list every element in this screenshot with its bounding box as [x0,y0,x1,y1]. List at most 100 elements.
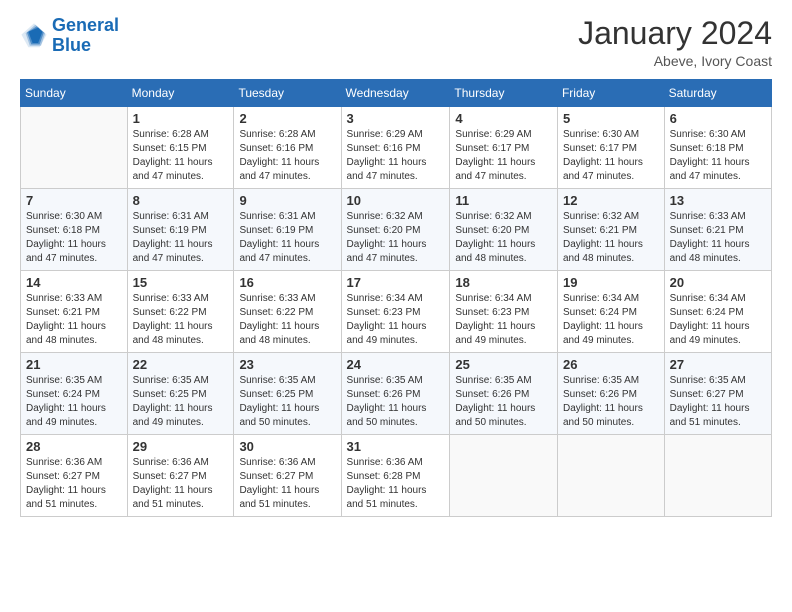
logo-line1: General [52,15,119,35]
day-info: Sunrise: 6:33 AMSunset: 6:21 PMDaylight:… [26,292,122,348]
day-header-thursday: Thursday [450,80,558,107]
day-info: Sunrise: 6:35 AMSunset: 6:27 PMDaylight:… [670,374,766,430]
day-number: 29 [133,439,229,454]
day-info: Sunrise: 6:34 AMSunset: 6:24 PMDaylight:… [670,292,766,348]
calendar-cell: 26Sunrise: 6:35 AMSunset: 6:26 PMDayligh… [557,353,664,435]
day-info: Sunrise: 6:34 AMSunset: 6:23 PMDaylight:… [455,292,552,348]
logo: General Blue [20,16,119,56]
calendar-cell [664,435,771,517]
day-number: 4 [455,111,552,126]
day-info: Sunrise: 6:32 AMSunset: 6:20 PMDaylight:… [347,210,445,266]
day-info: Sunrise: 6:31 AMSunset: 6:19 PMDaylight:… [133,210,229,266]
day-header-wednesday: Wednesday [341,80,450,107]
calendar-cell: 4 Sunrise: 6:29 AMSunset: 6:17 PMDaylight… [450,107,558,189]
calendar-cell [557,435,664,517]
day-number: 10 [347,193,445,208]
calendar-cell: 24Sunrise: 6:35 AMSunset: 6:26 PMDayligh… [341,353,450,435]
day-info: Sunrise: 6:35 AMSunset: 6:26 PMDaylight:… [347,374,445,430]
calendar-cell: 7 Sunrise: 6:30 AMSunset: 6:18 PMDaylight… [21,189,128,271]
calendar-table: SundayMondayTuesdayWednesdayThursdayFrid… [20,79,772,517]
day-info: Sunrise: 6:36 AMSunset: 6:27 PMDaylight:… [26,456,122,512]
day-number: 5 [563,111,659,126]
day-info: Sunrise: 6:32 AMSunset: 6:20 PMDaylight:… [455,210,552,266]
location-subtitle: Abeve, Ivory Coast [578,53,772,69]
day-number: 23 [239,357,335,372]
day-number: 21 [26,357,122,372]
day-number: 18 [455,275,552,290]
day-number: 26 [563,357,659,372]
day-header-saturday: Saturday [664,80,771,107]
calendar-week-row: 21 Sunrise: 6:35 AMSunset: 6:24 PMDayligh… [21,353,772,435]
day-info: Sunrise: 6:33 AMSunset: 6:21 PMDaylight:… [670,210,766,266]
day-info: Sunrise: 6:34 AMSunset: 6:24 PMDaylight:… [563,292,659,348]
calendar-week-row: 28 Sunrise: 6:36 AMSunset: 6:27 PMDayligh… [21,435,772,517]
calendar-cell: 29 Sunrise: 6:36 AMSunset: 6:27 PMDayligh… [127,435,234,517]
calendar-cell: 1 Sunrise: 6:28 AMSunset: 6:15 PMDaylight… [127,107,234,189]
day-info: Sunrise: 6:28 AMSunset: 6:15 PMDaylight:… [133,128,229,184]
calendar-week-row: 14Sunrise: 6:33 AMSunset: 6:21 PMDayligh… [21,271,772,353]
calendar-cell: 11 Sunrise: 6:32 AMSunset: 6:20 PMDayligh… [450,189,558,271]
month-title: January 2024 [578,16,772,51]
day-info: Sunrise: 6:35 AMSunset: 6:25 PMDaylight:… [133,374,229,430]
calendar-cell: 20 Sunrise: 6:34 AMSunset: 6:24 PMDayligh… [664,271,771,353]
day-number: 17 [347,275,445,290]
day-info: Sunrise: 6:33 AMSunset: 6:22 PMDaylight:… [239,292,335,348]
logo-text: General Blue [52,16,119,56]
day-number: 22 [133,357,229,372]
day-header-monday: Monday [127,80,234,107]
day-header-sunday: Sunday [21,80,128,107]
calendar-cell: 10 Sunrise: 6:32 AMSunset: 6:20 PMDayligh… [341,189,450,271]
calendar-cell: 13 Sunrise: 6:33 AMSunset: 6:21 PMDayligh… [664,189,771,271]
calendar-cell: 9Sunrise: 6:31 AMSunset: 6:19 PMDaylight… [234,189,341,271]
calendar-cell: 12 Sunrise: 6:32 AMSunset: 6:21 PMDayligh… [557,189,664,271]
day-info: Sunrise: 6:36 AMSunset: 6:27 PMDaylight:… [133,456,229,512]
page: General Blue January 2024 Abeve, Ivory C… [0,0,792,612]
day-info: Sunrise: 6:30 AMSunset: 6:17 PMDaylight:… [563,128,659,184]
calendar-cell: 6Sunrise: 6:30 AMSunset: 6:18 PMDaylight… [664,107,771,189]
day-number: 13 [670,193,766,208]
calendar-cell: 17 Sunrise: 6:34 AMSunset: 6:23 PMDayligh… [341,271,450,353]
day-number: 3 [347,111,445,126]
calendar-cell: 27 Sunrise: 6:35 AMSunset: 6:27 PMDayligh… [664,353,771,435]
day-number: 19 [563,275,659,290]
day-number: 25 [455,357,552,372]
day-number: 16 [239,275,335,290]
day-number: 9 [239,193,335,208]
calendar-cell: 28 Sunrise: 6:36 AMSunset: 6:27 PMDayligh… [21,435,128,517]
logo-icon [20,22,48,50]
day-info: Sunrise: 6:30 AMSunset: 6:18 PMDaylight:… [670,128,766,184]
calendar-cell: 18 Sunrise: 6:34 AMSunset: 6:23 PMDayligh… [450,271,558,353]
day-number: 7 [26,193,122,208]
day-number: 28 [26,439,122,454]
calendar-cell: 23Sunrise: 6:35 AMSunset: 6:25 PMDayligh… [234,353,341,435]
day-info: Sunrise: 6:36 AMSunset: 6:28 PMDaylight:… [347,456,445,512]
day-number: 27 [670,357,766,372]
day-number: 1 [133,111,229,126]
calendar-cell: 30 Sunrise: 6:36 AMSunset: 6:27 PMDayligh… [234,435,341,517]
day-number: 11 [455,193,552,208]
day-info: Sunrise: 6:29 AMSunset: 6:16 PMDaylight:… [347,128,445,184]
day-info: Sunrise: 6:30 AMSunset: 6:18 PMDaylight:… [26,210,122,266]
day-info: Sunrise: 6:35 AMSunset: 6:24 PMDaylight:… [26,374,122,430]
day-info: Sunrise: 6:28 AMSunset: 6:16 PMDaylight:… [239,128,335,184]
day-number: 2 [239,111,335,126]
calendar-cell: 2 Sunrise: 6:28 AMSunset: 6:16 PMDaylight… [234,107,341,189]
calendar-week-row: 1 Sunrise: 6:28 AMSunset: 6:15 PMDaylight… [21,107,772,189]
calendar-cell: 19 Sunrise: 6:34 AMSunset: 6:24 PMDayligh… [557,271,664,353]
calendar-cell: 3 Sunrise: 6:29 AMSunset: 6:16 PMDaylight… [341,107,450,189]
calendar-cell: 25Sunrise: 6:35 AMSunset: 6:26 PMDayligh… [450,353,558,435]
day-number: 8 [133,193,229,208]
calendar-cell: 31Sunrise: 6:36 AMSunset: 6:28 PMDayligh… [341,435,450,517]
day-header-friday: Friday [557,80,664,107]
day-number: 30 [239,439,335,454]
day-info: Sunrise: 6:36 AMSunset: 6:27 PMDaylight:… [239,456,335,512]
day-info: Sunrise: 6:32 AMSunset: 6:21 PMDaylight:… [563,210,659,266]
calendar-header-row: SundayMondayTuesdayWednesdayThursdayFrid… [21,80,772,107]
calendar-cell: 14Sunrise: 6:33 AMSunset: 6:21 PMDayligh… [21,271,128,353]
day-info: Sunrise: 6:34 AMSunset: 6:23 PMDaylight:… [347,292,445,348]
day-number: 12 [563,193,659,208]
day-info: Sunrise: 6:29 AMSunset: 6:17 PMDaylight:… [455,128,552,184]
day-number: 20 [670,275,766,290]
calendar-cell: 15Sunrise: 6:33 AMSunset: 6:22 PMDayligh… [127,271,234,353]
calendar-week-row: 7 Sunrise: 6:30 AMSunset: 6:18 PMDaylight… [21,189,772,271]
